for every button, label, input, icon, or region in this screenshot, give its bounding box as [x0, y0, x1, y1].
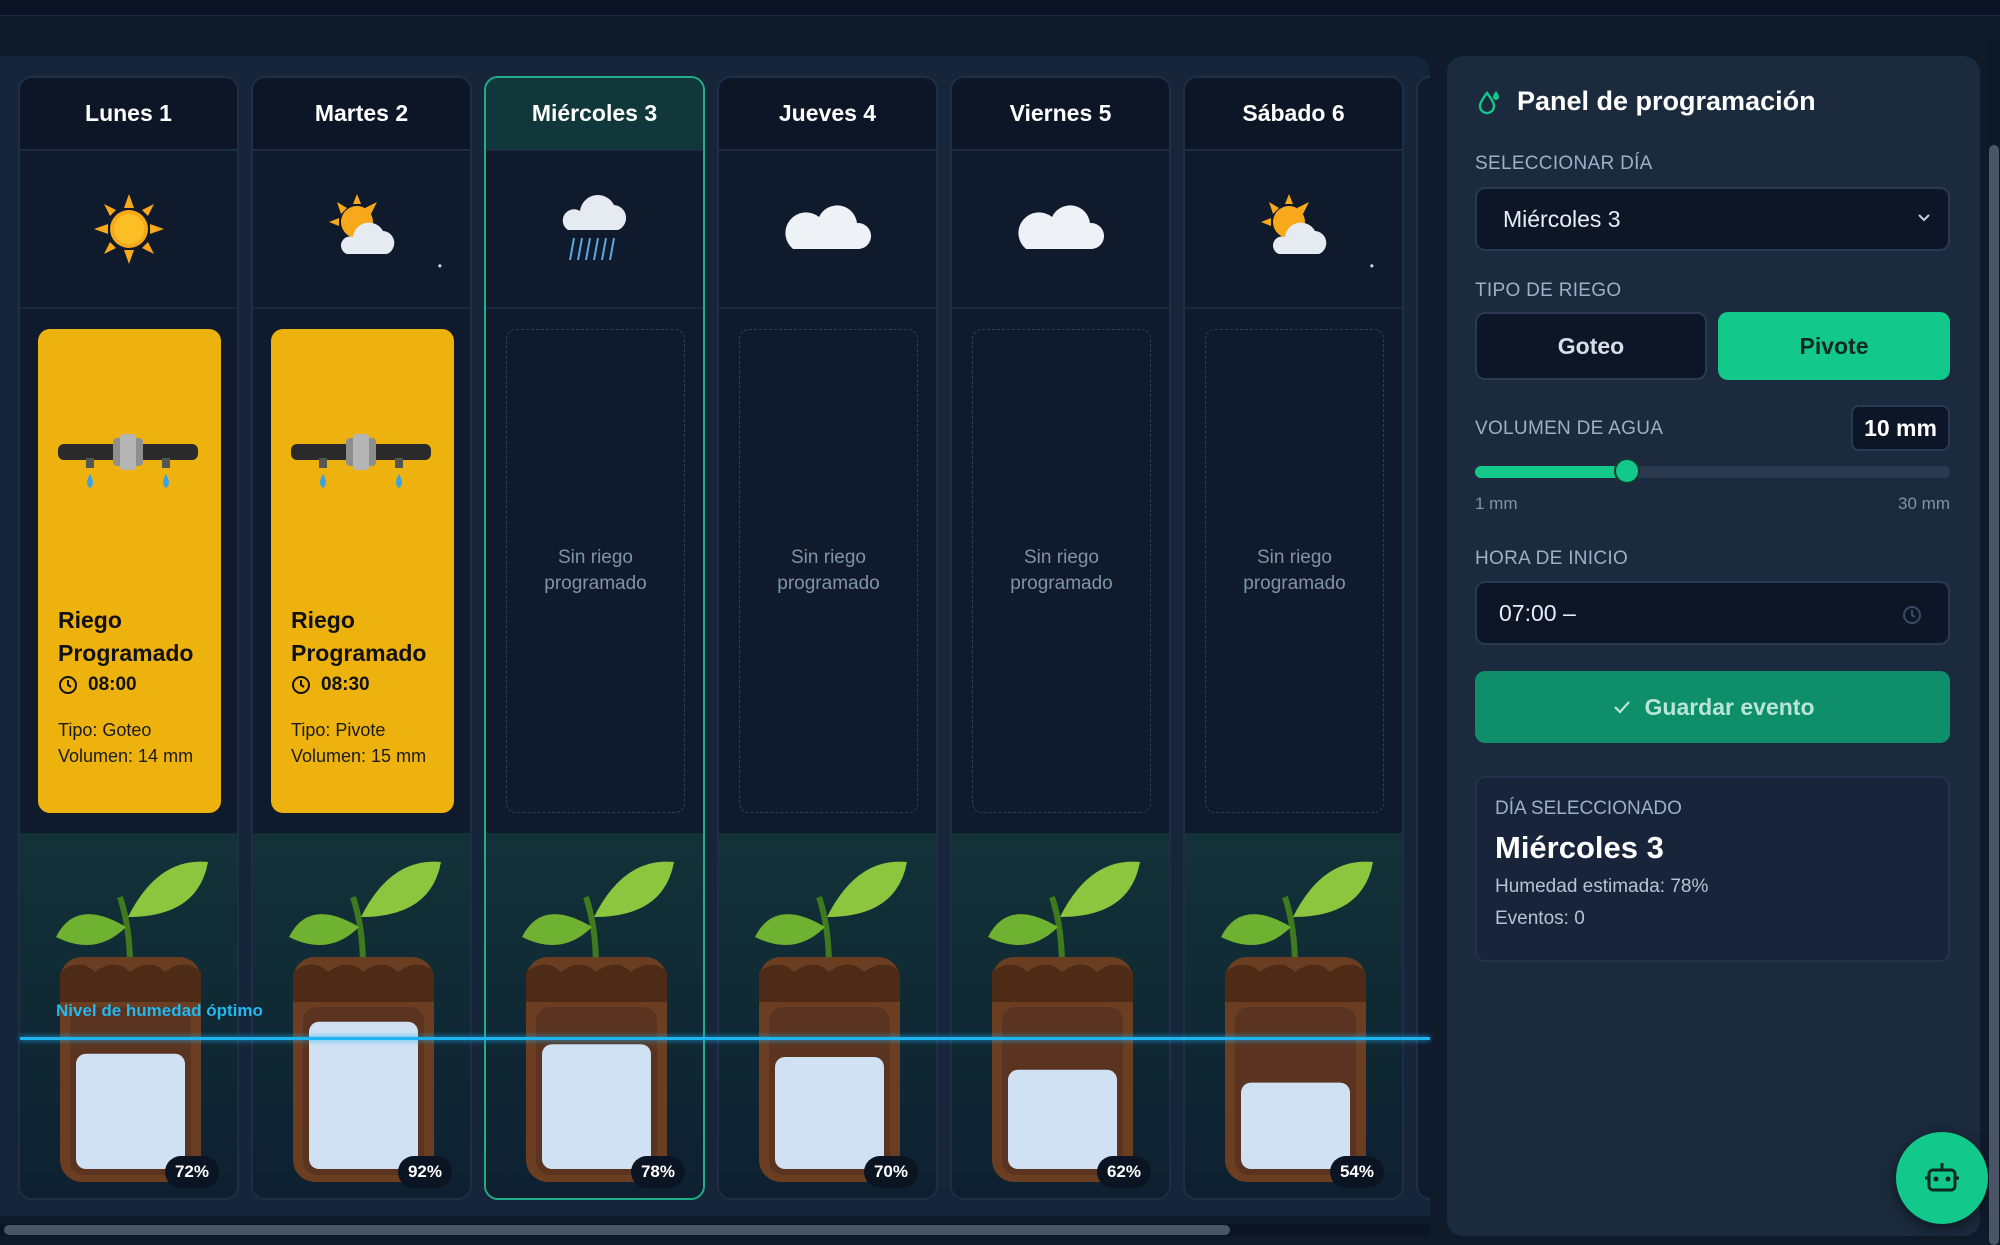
info-label: DÍA SELECCIONADO	[1495, 798, 1682, 819]
robot-icon	[1925, 1163, 1959, 1192]
plant-soil-icon	[522, 861, 674, 1182]
plant-soil-icon	[755, 861, 907, 1182]
drip-pipe-icon	[291, 434, 431, 488]
sun-icon	[20, 151, 237, 309]
water-level	[76, 1053, 185, 1169]
day-column-martes[interactable]: Martes 2 • Riego Programado 08:30 Tipo: …	[251, 76, 472, 1200]
day-header: Viernes 5	[952, 78, 1169, 151]
info-day: Miércoles 3	[1495, 830, 1664, 865]
humidity-badge: 70%	[863, 1156, 918, 1188]
irrigation-event-card[interactable]: Riego Programado 08:30 Tipo: Pivote Volu…	[271, 329, 454, 813]
selected-day-card: DÍA SELECCIONADO Miércoles 3 Humedad est…	[1475, 776, 1950, 962]
check-icon	[1613, 701, 1630, 714]
optimal-humidity-line	[20, 1037, 1430, 1040]
day-header: Martes 2	[253, 78, 470, 151]
events-area: Sin riego programado	[719, 309, 936, 829]
water-level	[309, 1021, 418, 1169]
soil-moisture-zone: 70%	[719, 833, 936, 1198]
select-day-label: SELECCIONAR DÍA	[1475, 153, 1653, 174]
day-header: Sábado 6	[1185, 78, 1402, 151]
day-column-lunes[interactable]: Lunes 1 Riego Programado 08:00 Tipo: Got…	[18, 76, 239, 1200]
top-bar	[0, 0, 2000, 16]
events-area: Riego Programado 08:00 Tipo: Goteo Volum…	[20, 309, 237, 829]
volume-max-label: 30 mm	[1898, 494, 1950, 513]
type-goteo-button[interactable]: Goteo	[1475, 312, 1707, 380]
type-pivote-button[interactable]: Pivote	[1718, 312, 1950, 380]
volume-value: 10 mm	[1851, 405, 1950, 451]
horizontal-scrollbar-thumb[interactable]	[4, 1225, 1230, 1235]
event-time: 08:00	[58, 674, 137, 696]
event-title: Riego Programado	[291, 607, 427, 666]
plant-soil-icon	[988, 861, 1140, 1182]
volume-slider-fill	[1475, 466, 1627, 478]
water-level	[542, 1044, 651, 1169]
irrigation-event-card[interactable]: Riego Programado 08:00 Tipo: Goteo Volum…	[38, 329, 221, 813]
day-header: Miércoles 3	[486, 78, 703, 151]
cloud-icon	[952, 151, 1169, 309]
empty-slot[interactable]: Sin riego programado	[1205, 329, 1384, 813]
irrigation-type-label: TIPO DE RIEGO	[1475, 280, 1622, 301]
clock-icon	[59, 676, 77, 694]
cloud-icon	[719, 151, 936, 309]
info-events: Eventos: 0	[1495, 908, 1585, 929]
start-time-input[interactable]: 07:00 –	[1475, 581, 1950, 645]
humidity-badge: 54%	[1329, 1156, 1384, 1188]
day-column-miercoles[interactable]: Miércoles 3 Sin riego programado 78%	[484, 76, 705, 1200]
soil-moisture-zone: 78%	[486, 833, 703, 1198]
soil-moisture-zone: 92%	[253, 833, 470, 1198]
empty-slot[interactable]: Sin riego programado	[739, 329, 918, 813]
water-level	[1008, 1069, 1117, 1169]
day-column-viernes[interactable]: Viernes 5 Sin riego programado 62%	[950, 76, 1171, 1200]
start-time-label: HORA DE INICIO	[1475, 548, 1629, 569]
scheduling-panel: Panel de programación SELECCIONAR DÍA Mi…	[1447, 56, 1980, 1236]
day-column-sabado[interactable]: Sábado 6 • Sin riego programado 54%	[1183, 76, 1404, 1200]
clock-icon	[292, 676, 310, 694]
drip-pipe-icon	[58, 434, 198, 488]
info-humidity: Humedad estimada: 78%	[1495, 876, 1709, 897]
water-level	[775, 1057, 884, 1169]
day-column-jueves[interactable]: Jueves 4 Sin riego programado 70%	[717, 76, 938, 1200]
day-header: Lunes 1	[20, 78, 237, 151]
volume-slider[interactable]	[1475, 466, 1950, 478]
optimal-humidity-label: Nivel de humedad óptimo	[56, 1001, 263, 1020]
clock-icon	[1903, 606, 1921, 624]
event-details: Tipo: Goteo Volumen: 14 mm	[58, 720, 194, 766]
humidity-badge: 62%	[1096, 1156, 1151, 1188]
event-title: Riego Programado	[58, 607, 194, 666]
volume-min-label: 1 mm	[1475, 494, 1518, 513]
water-drops-icon	[1478, 90, 1499, 114]
day-header: Jueves 4	[719, 78, 936, 151]
partly-cloudy-icon: •	[253, 151, 470, 309]
volume-slider-handle[interactable]	[1614, 458, 1640, 484]
day-select[interactable]: Miércoles 3	[1475, 187, 1950, 251]
humidity-badge: 92%	[397, 1156, 452, 1188]
water-volume-label: VOLUMEN DE AGUA	[1475, 418, 1664, 439]
empty-slot[interactable]: Sin riego programado	[506, 329, 685, 813]
events-area: Sin riego programado	[1185, 309, 1402, 829]
vertical-scrollbar-thumb[interactable]	[1989, 145, 1999, 1245]
assistant-bot-button[interactable]	[1896, 1132, 1988, 1224]
chevron-down-icon	[1918, 214, 1930, 222]
event-details: Tipo: Pivote Volumen: 15 mm	[291, 720, 427, 766]
humidity-badge: 72%	[164, 1156, 219, 1188]
event-time: 08:30	[291, 674, 370, 696]
partly-cloudy-icon: •	[1185, 151, 1402, 309]
save-event-button[interactable]: Guardar evento	[1475, 671, 1950, 743]
events-area: Sin riego programado	[486, 309, 703, 829]
humidity-badge: 78%	[630, 1156, 685, 1188]
rain-cloud-icon	[486, 151, 703, 309]
day-column-next[interactable]	[1416, 76, 1430, 1200]
soil-moisture-zone: 54%	[1185, 833, 1402, 1198]
plant-soil-icon	[1221, 861, 1373, 1182]
panel-title: Panel de programación	[1477, 86, 1816, 117]
events-area: Riego Programado 08:30 Tipo: Pivote Volu…	[253, 309, 470, 829]
soil-moisture-zone: 62%	[952, 833, 1169, 1198]
weekly-calendar: Lunes 1 Riego Programado 08:00 Tipo: Got…	[0, 56, 1430, 1216]
empty-slot[interactable]: Sin riego programado	[972, 329, 1151, 813]
water-level	[1241, 1082, 1350, 1169]
events-area: Sin riego programado	[952, 309, 1169, 829]
plant-soil-icon	[289, 861, 441, 1182]
